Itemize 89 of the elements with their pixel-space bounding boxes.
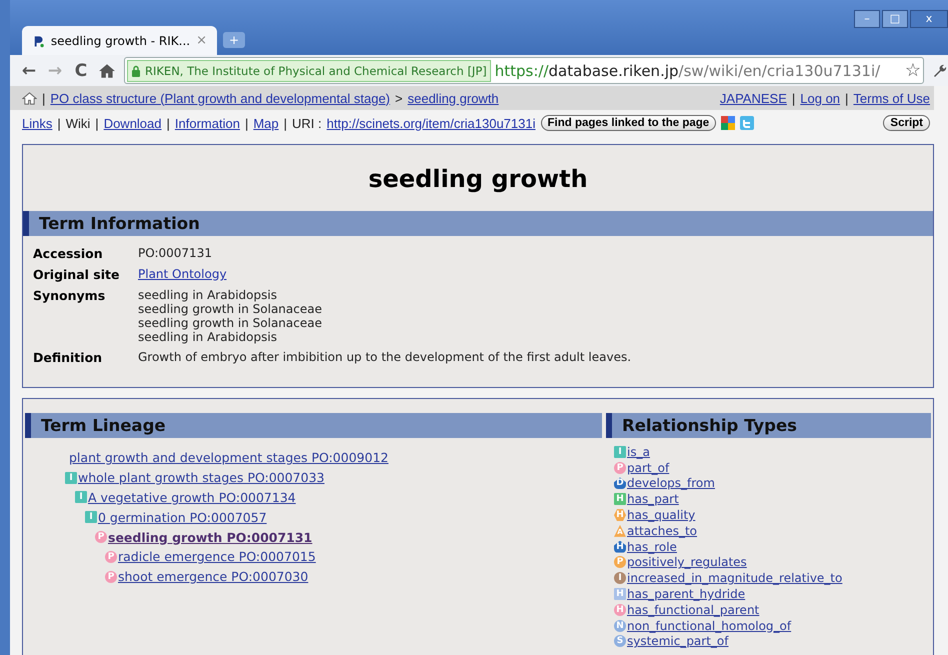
separator: | bbox=[244, 116, 248, 130]
back-button[interactable]: ← bbox=[20, 60, 38, 80]
separator: | bbox=[166, 116, 170, 130]
separator: | bbox=[792, 90, 796, 106]
breadcrumb-arrow: > bbox=[395, 90, 403, 106]
relationship-link[interactable]: systemic_part_of bbox=[627, 634, 728, 648]
field-value: seedling growth in Solanaceae bbox=[138, 316, 322, 330]
relation-badge-icon: H bbox=[614, 509, 626, 522]
lineage-link[interactable]: radicle emergence PO:0007015 bbox=[118, 549, 316, 564]
nav-link[interactable]: Download bbox=[104, 116, 162, 130]
relation-badge-icon: H bbox=[614, 540, 626, 553]
relation-badge-icon: I bbox=[65, 472, 77, 484]
relationship-link[interactable]: positively_regulates bbox=[627, 555, 747, 570]
lineage-link[interactable]: plant growth and development stages PO:0009012 bbox=[69, 450, 388, 466]
separator: | bbox=[284, 116, 288, 130]
security-label: RIKEN, The Institute of Physical and Chemical Research [JP] bbox=[145, 64, 487, 78]
relation-badge-icon: N bbox=[614, 620, 626, 632]
relation-badge-icon: I bbox=[85, 511, 97, 524]
lock-icon bbox=[131, 64, 141, 76]
home-icon[interactable] bbox=[98, 62, 116, 80]
field-value: PO:0007131 bbox=[138, 246, 212, 260]
lineage-link[interactable]: A vegetative growth PO:0007134 bbox=[88, 490, 296, 505]
nav-link[interactable]: Information bbox=[174, 116, 240, 130]
header-link[interactable]: JAPANESE bbox=[720, 90, 787, 106]
relation-badge-icon: P bbox=[105, 570, 117, 583]
nav-label: Wiki bbox=[66, 116, 90, 130]
lineage-link[interactable]: seedling growth PO:0007131 bbox=[108, 530, 312, 545]
nav-link[interactable]: Links bbox=[22, 116, 52, 130]
relationship-link[interactable]: has_role bbox=[627, 540, 677, 554]
url-text: https://database.riken.jp/sw/wiki/en/cria130u7131i/ bbox=[494, 62, 880, 80]
section-header: Term Lineage bbox=[25, 413, 602, 438]
home-icon[interactable] bbox=[22, 90, 37, 106]
page-title: seedling growth bbox=[367, 164, 589, 195]
close-button[interactable]: x bbox=[910, 10, 948, 28]
field-value: seedling growth in Solanaceae bbox=[138, 302, 322, 316]
nav-link[interactable]: Map bbox=[253, 116, 279, 130]
bookmark-star-icon[interactable]: ☆ bbox=[904, 60, 921, 81]
address-bar[interactable]: RIKEN, The Institute of Physical and Chemical Research [JP] https://database.riken.jp/sw/wiki/en/cria130u7131i/ ☆ bbox=[124, 57, 924, 84]
uri-link[interactable]: http://scinets.org/item/cria130u7131i bbox=[326, 116, 536, 130]
section-header: Relationship Types bbox=[606, 413, 931, 438]
reload-button[interactable]: C bbox=[72, 60, 90, 80]
relationship-link[interactable]: part_of bbox=[627, 460, 670, 475]
relation-badge-icon: P bbox=[614, 462, 626, 474]
relationship-link[interactable]: has_parent_hydride bbox=[627, 587, 746, 602]
separator: | bbox=[845, 90, 848, 106]
header-link[interactable]: Terms of Use bbox=[853, 90, 930, 106]
relationship-link[interactable]: has_part bbox=[627, 492, 679, 506]
relation-badge-icon: P bbox=[95, 531, 107, 544]
relation-badge-icon: H bbox=[614, 588, 626, 600]
header-link[interactable]: Log on bbox=[800, 90, 840, 106]
relationship-link[interactable]: increased_in_magnitude_relative_to bbox=[627, 571, 842, 586]
relationship-link[interactable]: is_a bbox=[627, 444, 650, 459]
wrench-icon[interactable] bbox=[932, 62, 948, 78]
relation-badge-icon: P bbox=[105, 550, 117, 563]
relation-badge-icon: H bbox=[614, 604, 626, 616]
relation-badge-icon: I bbox=[75, 491, 87, 504]
relationship-link[interactable]: develops_from bbox=[627, 476, 715, 490]
lineage-link[interactable]: 0 germination PO:0007057 bbox=[98, 510, 267, 525]
lineage-link[interactable]: shoot emergence PO:0007030 bbox=[118, 569, 308, 584]
separator: | bbox=[42, 90, 46, 106]
nav-label: URI : bbox=[292, 116, 322, 130]
relation-badge-icon: S bbox=[614, 635, 626, 648]
site-link[interactable]: Plant Ontology bbox=[138, 267, 227, 281]
field-value: Growth of embryo after imbibition up to the development of the first adult leaves. bbox=[138, 350, 632, 364]
section-header: Term Information bbox=[23, 211, 933, 236]
field-label: Original site bbox=[33, 267, 120, 282]
relationship-link[interactable]: has_functional_parent bbox=[627, 602, 760, 617]
separator: | bbox=[57, 116, 61, 130]
breadcrumb-link[interactable]: seedling growth bbox=[408, 90, 499, 106]
field-value: seedling in Arabidopsis bbox=[138, 288, 277, 302]
relation-badge-icon: I bbox=[614, 446, 626, 458]
relation-badge-icon: D bbox=[614, 477, 626, 490]
relationship-link[interactable]: non_functional_homolog_of bbox=[627, 618, 792, 633]
site-logo-icon bbox=[32, 34, 45, 48]
relation-badge-icon: I bbox=[614, 572, 626, 584]
relationship-link[interactable]: has_quality bbox=[627, 508, 696, 522]
separator: | bbox=[95, 116, 99, 130]
field-value: seedling in Arabidopsis bbox=[138, 330, 277, 344]
relation-badge-icon: P bbox=[614, 556, 626, 568]
breadcrumb-link[interactable]: PO class structure (Plant growth and developmental stage) bbox=[50, 90, 390, 106]
browser-tab[interactable]: seedling growth - RIK... × bbox=[22, 26, 217, 55]
field-label: Synonyms bbox=[33, 288, 106, 305]
lineage-link[interactable]: whole plant growth stages PO:0007033 bbox=[78, 470, 324, 486]
field-label: Definition bbox=[33, 350, 104, 365]
relation-badge-icon: H bbox=[614, 493, 626, 506]
field-label: Accession bbox=[33, 246, 104, 261]
find-pages-button[interactable]: Find pages linked to the page bbox=[540, 115, 716, 131]
script-button[interactable]: Script bbox=[883, 115, 930, 131]
relationship-link[interactable]: attaches_to bbox=[627, 524, 698, 538]
